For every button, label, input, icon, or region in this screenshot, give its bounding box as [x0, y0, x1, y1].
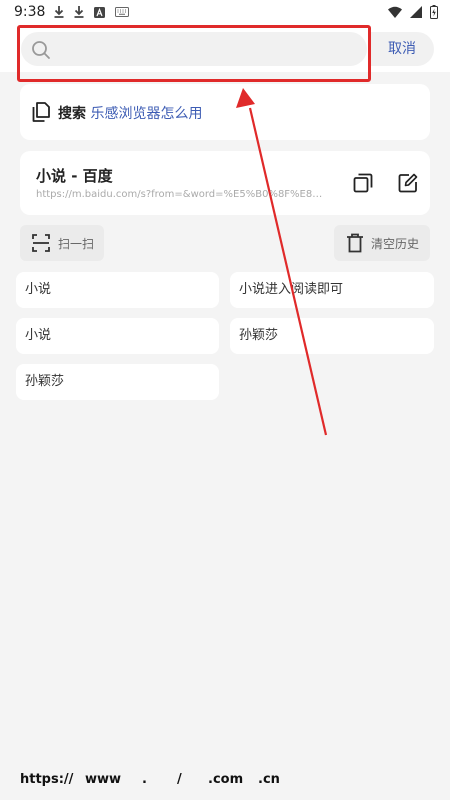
trash-icon: [347, 233, 363, 253]
clipboard-icon: [32, 102, 50, 122]
scan-label: 扫一扫: [58, 237, 95, 251]
search-tip-text: 搜索 乐感浏览器怎么用: [58, 103, 202, 123]
status-bar: 9:38: [0, 0, 450, 26]
search-tip-card[interactable]: 搜索 乐感浏览器怎么用: [20, 84, 430, 140]
battery-charging-icon: [430, 5, 438, 19]
quick-insert-www[interactable]: www: [85, 772, 121, 787]
signal-icon: [410, 6, 422, 18]
quick-insert-bar: https:// www . / .com .cn: [0, 762, 450, 800]
scan-button[interactable]: 扫一扫: [20, 225, 104, 261]
history-card-title: 小说 - 百度: [36, 167, 113, 185]
status-notification-icons: [54, 6, 129, 18]
download-icon: [74, 6, 84, 18]
a-box-icon: [94, 6, 105, 18]
annotation-highlight-box: [17, 25, 371, 82]
history-chip[interactable]: 小说进入阅读即可: [230, 272, 434, 308]
search-tip-link[interactable]: 乐感浏览器怎么用: [90, 106, 202, 122]
history-card-url: https://m.baidu.com/s?from=&word=%E5%B0%…: [36, 189, 331, 200]
history-chip[interactable]: 孙颖莎: [16, 364, 219, 400]
search-tip-prefix: 搜索: [58, 106, 86, 122]
keyboard-icon: [115, 7, 129, 17]
cancel-button[interactable]: 取消: [370, 32, 434, 66]
recent-history-card[interactable]: 小说 - 百度 https://m.baidu.com/s?from=&word…: [20, 151, 430, 215]
clear-history-button[interactable]: 清空历史: [334, 225, 430, 261]
quick-insert-cn[interactable]: .cn: [258, 772, 280, 787]
quick-insert-slash[interactable]: /: [177, 772, 182, 787]
download-icon: [54, 6, 64, 18]
history-chip[interactable]: 小说: [16, 272, 219, 308]
quick-insert-https[interactable]: https://: [20, 772, 73, 787]
history-chip[interactable]: 小说: [16, 318, 219, 354]
wifi-icon: [388, 6, 402, 18]
quick-insert-dot[interactable]: .: [142, 772, 147, 787]
status-system-icons: [388, 5, 438, 19]
edit-icon[interactable]: [398, 173, 418, 193]
browser-search-page: 9:38 取消 搜索 乐感浏览器怎么用 小说 - 百度 https://m.ba…: [0, 0, 450, 800]
copy-icon[interactable]: [353, 173, 373, 193]
scan-icon: [32, 234, 50, 252]
history-chip[interactable]: 孙颖莎: [230, 318, 434, 354]
status-time: 9:38: [14, 4, 46, 20]
clear-history-label: 清空历史: [371, 237, 420, 251]
quick-insert-com[interactable]: .com: [208, 772, 243, 787]
